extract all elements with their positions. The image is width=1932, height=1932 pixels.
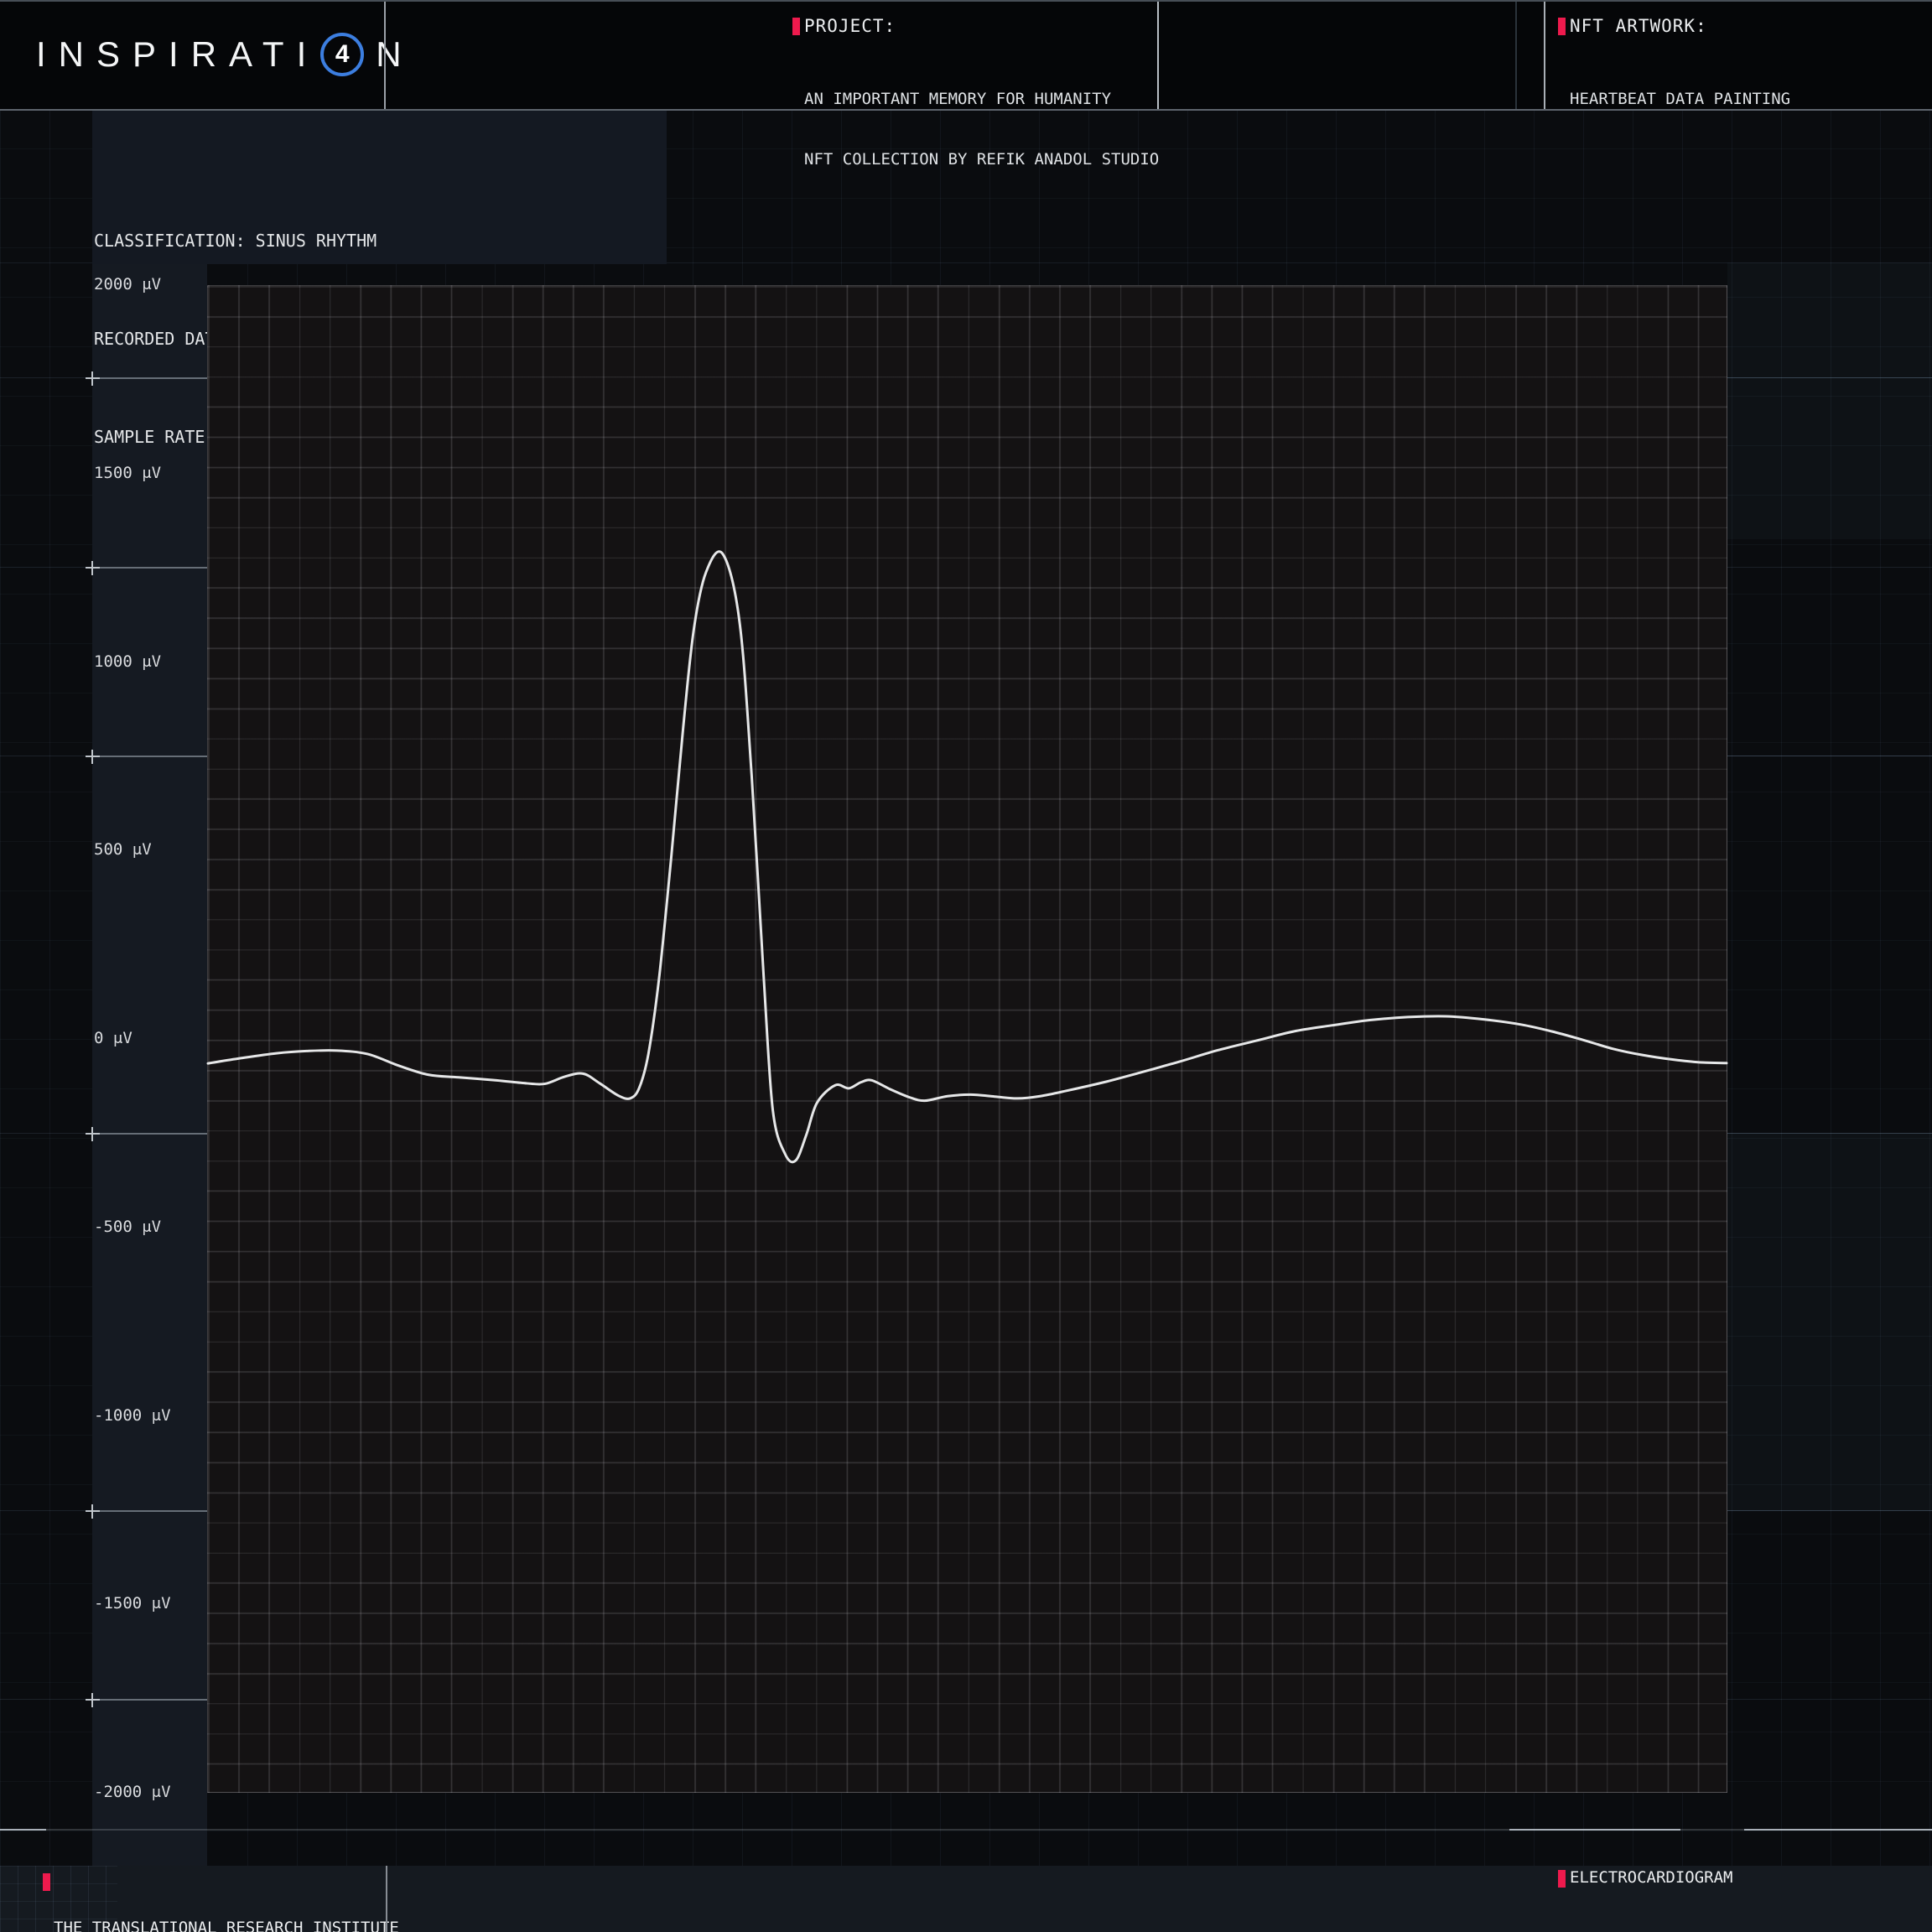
axis-tick-line bbox=[92, 1510, 207, 1512]
electrocardiogram-label: ELECTROCARDIOGRAM bbox=[1570, 1866, 1732, 1889]
top-bar-divider bbox=[1544, 0, 1545, 109]
crosshair-icon bbox=[91, 750, 93, 764]
margin-tick-line bbox=[0, 1510, 92, 1511]
project-line-2: NFT COLLECTION BY REFIK ANADOL STUDIO bbox=[804, 149, 1159, 169]
bottom-scanline-segment bbox=[1509, 1829, 1680, 1831]
crosshair-icon bbox=[91, 561, 93, 575]
axis-tick-line bbox=[92, 1699, 207, 1701]
axis-tick-line bbox=[92, 567, 207, 569]
bottom-bar: THE TRANSLATIONAL RESEARCH INSTITUTE FOR… bbox=[0, 1866, 1932, 1932]
margin-tick-line bbox=[0, 1133, 92, 1134]
y-axis-label: -500 μV bbox=[94, 1218, 161, 1236]
axis-tick-line bbox=[92, 756, 207, 757]
project-line-1: AN IMPORTANT MEMORY FOR HUMANITY bbox=[804, 89, 1159, 109]
top-bar-divider bbox=[1157, 0, 1159, 109]
top-bar: INSPIRATI 4 N PROJECT: AN IMPORTANT MEMO… bbox=[0, 0, 1932, 111]
margin-tick-line bbox=[1727, 1133, 1932, 1134]
axis-tick-line bbox=[92, 1133, 207, 1135]
red-tick-icon bbox=[43, 1873, 50, 1891]
margin-tick-line bbox=[0, 377, 92, 378]
crosshair-icon bbox=[91, 371, 93, 386]
ecg-chart-svg bbox=[208, 286, 1727, 1792]
margin-tick-line bbox=[1727, 1510, 1932, 1511]
logo-text-post: N bbox=[376, 34, 401, 75]
red-tick-icon bbox=[1558, 18, 1566, 35]
top-bar-divider bbox=[1515, 0, 1517, 109]
y-axis-label: -1000 μV bbox=[94, 1406, 171, 1425]
top-bar-divider bbox=[384, 0, 386, 109]
axis-tick-line bbox=[92, 377, 207, 379]
crosshair-icon bbox=[91, 1693, 93, 1707]
nft-artwork-label: NFT ARTWORK: bbox=[1570, 16, 1707, 36]
heartbeat-data-painting-page: CLASSIFICATION: SINUS RHYTHM RECORDED DA… bbox=[0, 0, 1932, 1932]
page-top-border bbox=[0, 0, 1932, 2]
bottom-bar-divider bbox=[386, 1866, 387, 1932]
nft-artwork-name: HEARTBEAT DATA PAINTING bbox=[1570, 89, 1790, 109]
y-axis-label: 500 μV bbox=[94, 840, 152, 859]
crosshair-icon bbox=[91, 1127, 93, 1141]
project-section: PROJECT: AN IMPORTANT MEMORY FOR HUMANIT… bbox=[792, 0, 1159, 109]
background-wash bbox=[1727, 262, 1932, 539]
y-axis-label: 1000 μV bbox=[94, 652, 161, 671]
margin-tick-line bbox=[1727, 377, 1932, 378]
crosshair-icon bbox=[91, 1504, 93, 1519]
bottom-scanline-segment bbox=[0, 1829, 46, 1831]
y-axis-label: -2000 μV bbox=[94, 1783, 171, 1801]
margin-tick-line bbox=[0, 567, 92, 568]
red-tick-icon bbox=[792, 18, 800, 35]
margin-tick-line bbox=[1727, 1699, 1932, 1700]
nft-artwork-section: NFT ARTWORK: HEARTBEAT DATA PAINTING bbox=[1558, 0, 1790, 109]
inspiration4-logo: INSPIRATI 4 N bbox=[36, 0, 402, 109]
bottom-scanline-segment bbox=[1744, 1829, 1932, 1831]
logo-circle-4: 4 bbox=[320, 33, 364, 76]
background-wash bbox=[1727, 1133, 1932, 1510]
y-axis-label: -1500 μV bbox=[94, 1594, 171, 1613]
y-axis-label: 1500 μV bbox=[94, 464, 161, 482]
margin-tick-line bbox=[0, 1699, 92, 1700]
y-axis-label: 2000 μV bbox=[94, 275, 161, 293]
project-label: PROJECT: bbox=[804, 16, 896, 36]
y-axis-label: 0 μV bbox=[94, 1029, 132, 1047]
red-tick-icon bbox=[1558, 1870, 1566, 1888]
logo-text-pre: INSPIRATI bbox=[36, 34, 319, 75]
classification-text: CLASSIFICATION: SINUS RHYTHM bbox=[94, 225, 498, 257]
trish-credit: THE TRANSLATIONAL RESEARCH INSTITUTE FOR… bbox=[54, 1869, 399, 1932]
trish-credit-line-1: THE TRANSLATIONAL RESEARCH INSTITUTE bbox=[54, 1916, 399, 1932]
ecg-waveform-trace bbox=[208, 552, 1727, 1162]
ecg-plot-area bbox=[207, 285, 1727, 1793]
margin-tick-line bbox=[1727, 567, 1932, 568]
